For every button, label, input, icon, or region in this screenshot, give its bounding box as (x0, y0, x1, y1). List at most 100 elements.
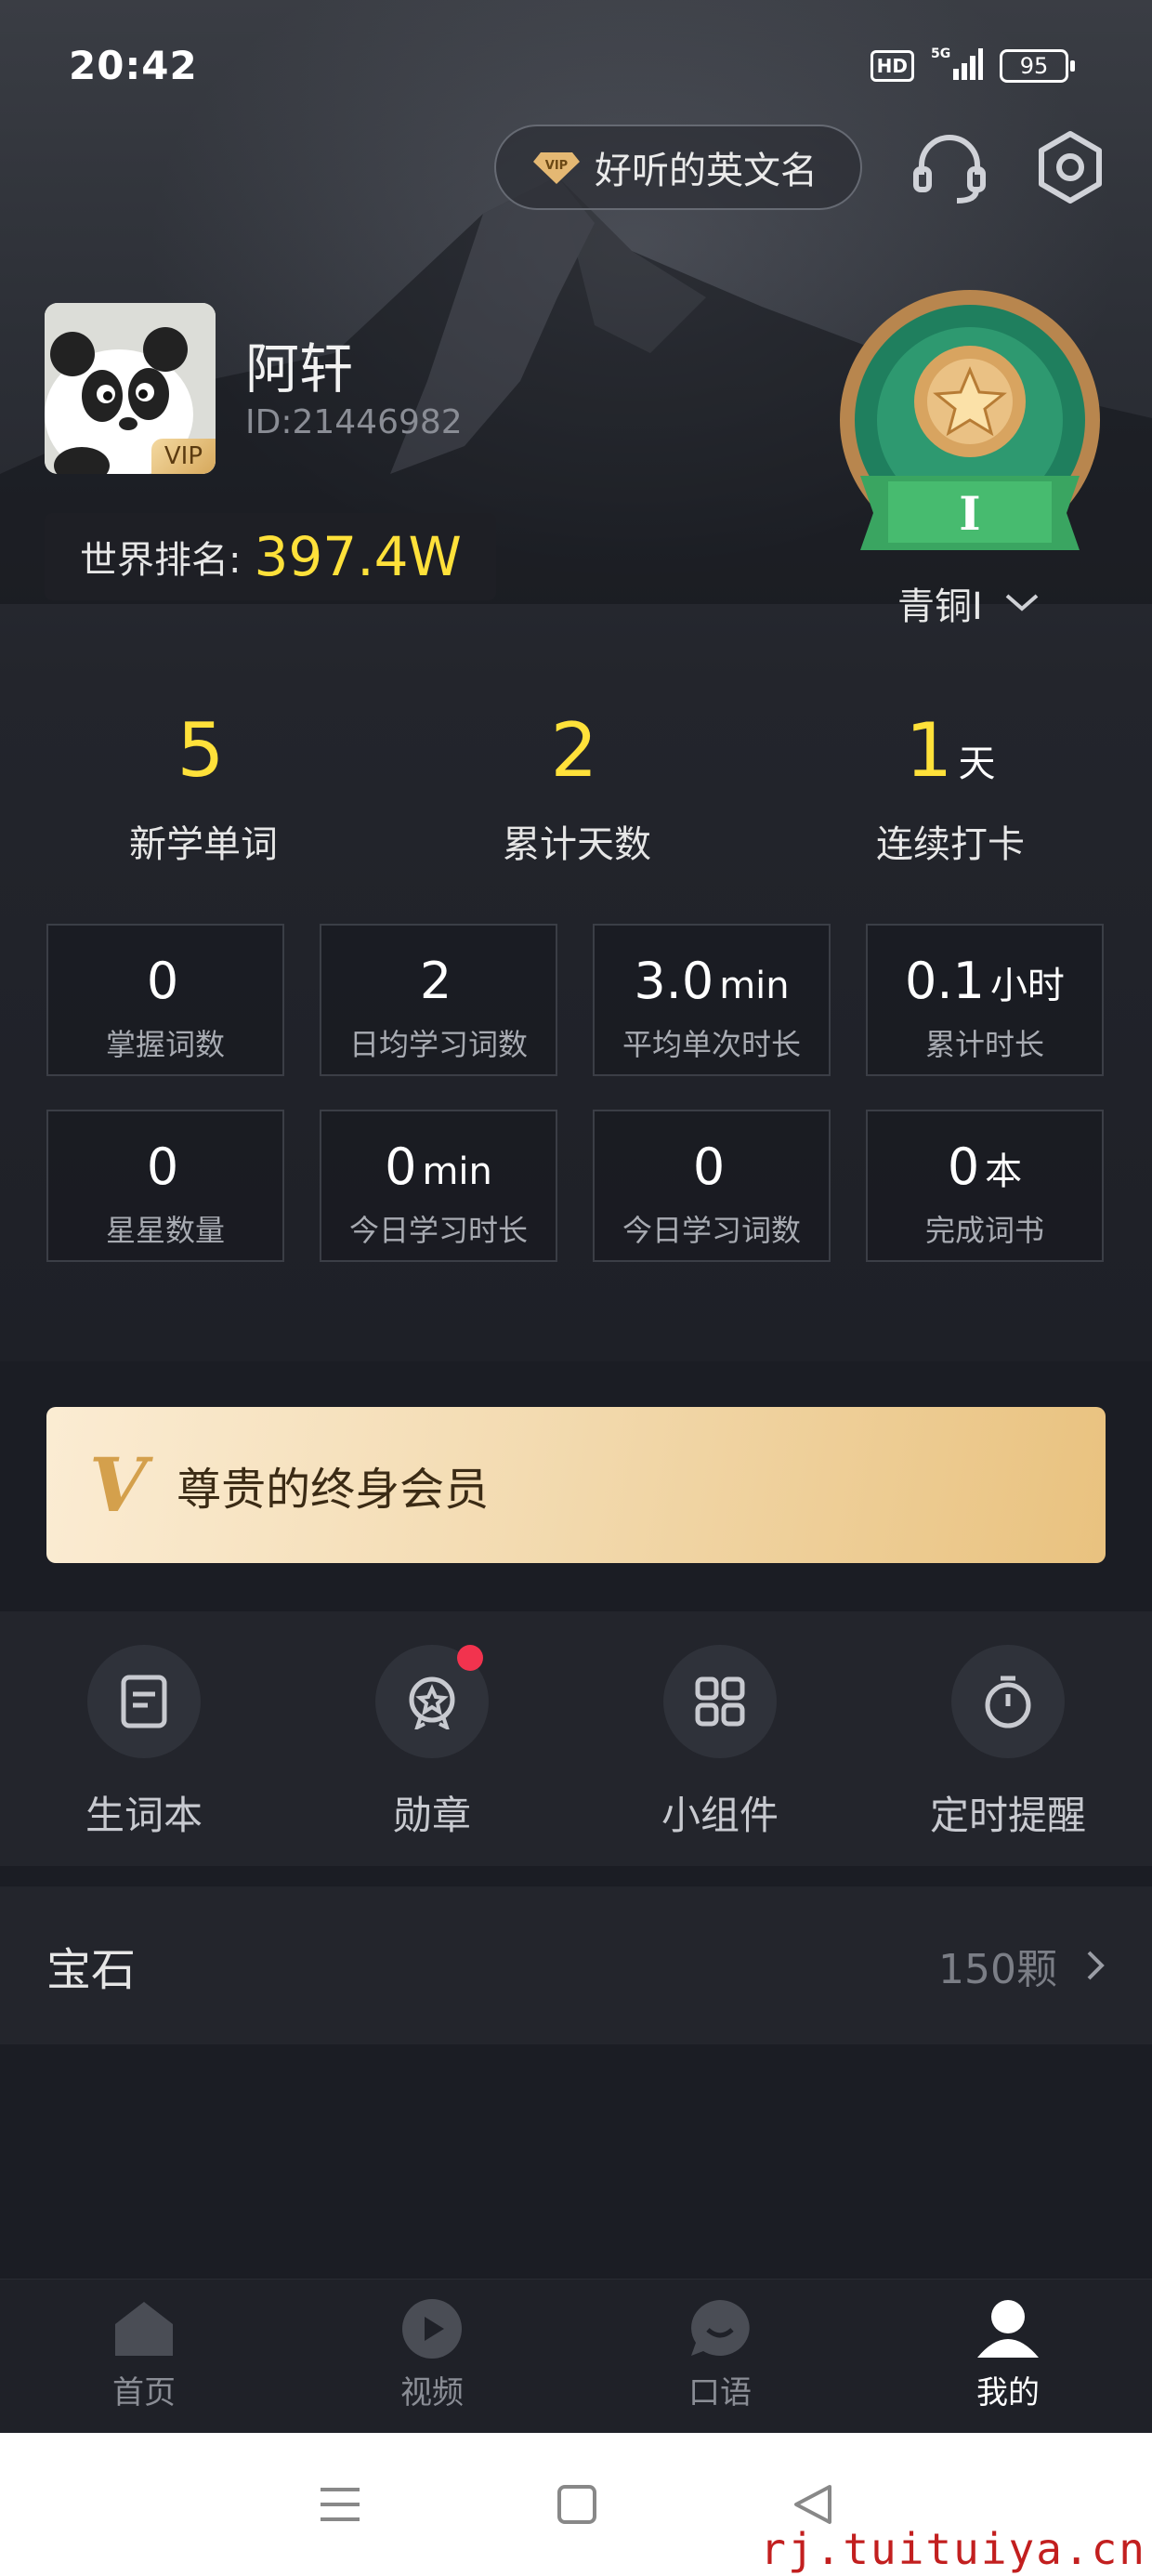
world-rank: 世界排名: 397.4W (45, 513, 496, 600)
streak-value: 1 (905, 707, 953, 794)
chevron-down-icon (1005, 594, 1039, 611)
watermark: rj.tuituiya.cn (760, 2524, 1146, 2574)
stat-label: 今日学习词数 (622, 1213, 801, 1248)
home-square-icon[interactable] (556, 2484, 597, 2525)
stat-value: 2 (419, 952, 452, 1010)
streak-unit: 天 (958, 743, 996, 785)
avatar-vip-badge: VIP (151, 439, 216, 474)
stat-cell: 0 今日学习词数 (593, 1110, 831, 1262)
stat-unit: min (719, 965, 790, 1007)
gems-label: 宝石 (46, 1944, 137, 1996)
stat-unit: 小时 (989, 965, 1065, 1007)
nav-label: 视频 (400, 2374, 464, 2412)
tool-label: 定时提醒 (929, 1793, 1086, 1838)
avatar[interactable]: VIP (45, 303, 216, 474)
stat-value: 0.1 (905, 952, 985, 1010)
vip-english-name-button[interactable]: VIP 好听的英文名 (494, 125, 862, 210)
streak-label: 连续打卡 (876, 823, 1025, 866)
summary-stats: 5 新学单词 2 累计天数 1天 连续打卡 (0, 706, 1152, 868)
vocab-book-button[interactable]: 生词本 (0, 1611, 288, 1866)
clock: 20:42 (69, 43, 198, 88)
stat-unit: 本 (985, 1150, 1023, 1193)
gems-count: 150颗 (938, 1946, 1057, 1993)
tool-label: 小组件 (661, 1793, 779, 1838)
home-icon (115, 2302, 173, 2356)
back-icon[interactable] (792, 2483, 833, 2526)
menu-icon[interactable] (319, 2486, 361, 2523)
medal-icon (409, 1676, 455, 1729)
stat-label: 日均学习词数 (348, 1027, 528, 1062)
chevron-right-icon (1087, 1951, 1105, 1980)
customer-service-button[interactable] (903, 121, 996, 214)
hd-icon: HD (870, 50, 914, 82)
notification-dot (457, 1645, 483, 1671)
nav-speaking[interactable]: 口语 (576, 2280, 864, 2433)
total-days-value: 2 (550, 707, 598, 794)
stat-label: 完成词书 (924, 1213, 1044, 1248)
member-label: 尊贵的终身会员 (177, 1464, 490, 1516)
stat-cell: 0 min 今日学习时长 (320, 1110, 557, 1262)
tool-label: 生词本 (85, 1793, 203, 1838)
stat-label: 平均单次时长 (622, 1027, 801, 1062)
level-selector[interactable]: 青铜I (897, 576, 1041, 630)
timer-icon (985, 1676, 1031, 1728)
new-words-label: 新学单词 (129, 823, 278, 866)
medals-button[interactable]: 勋章 (288, 1611, 576, 1866)
stat-cell: 0 本完成词书 (866, 1110, 1104, 1262)
total-days-label: 累计天数 (503, 823, 651, 866)
stat-value: 0 (385, 1137, 417, 1196)
stat-cell: 0 掌握词数 (46, 924, 284, 1076)
bottom-nav: 首页 视频 口语 我的 (0, 2279, 1152, 2433)
total-days-stat: 2 累计天数 (390, 706, 764, 868)
stat-label: 星星数量 (105, 1213, 225, 1248)
tools-row: 生词本 勋章 小组件 定时提醒 (0, 1611, 1152, 1866)
svg-text:I: I (959, 486, 980, 541)
stat-value: 0 (692, 1137, 726, 1196)
stat-value: 0 (947, 1137, 980, 1196)
stat-cell: 0 星星数量 (46, 1110, 284, 1262)
widgets-button[interactable]: 小组件 (576, 1611, 864, 1866)
stat-value: 0 (146, 1137, 179, 1196)
play-icon (402, 2299, 462, 2359)
stat-unit: min (422, 1150, 492, 1193)
battery-icon: 95 (1000, 49, 1075, 83)
streak-stat: 1天 连续打卡 (764, 706, 1137, 868)
world-rank-value: 397.4W (254, 525, 462, 588)
profile-page: 20:42 HD 5G 95 VIP 好听的英文名 VIP 阿轩 ID:2144… (0, 0, 1152, 2576)
world-rank-label: 世界排名: (80, 539, 242, 582)
headset-icon (913, 135, 986, 204)
stat-cell: 2 日均学习词数 (320, 924, 557, 1076)
nav-label: 口语 (688, 2374, 752, 2412)
level-label: 青铜I (897, 585, 983, 628)
nav-label: 我的 (976, 2374, 1040, 2412)
stat-value: 3.0 (634, 952, 714, 1010)
svg-text:VIP: VIP (545, 159, 568, 173)
widgets-icon (695, 1676, 745, 1727)
stat-cell: 3.0 min 平均单次时长 (593, 924, 831, 1076)
lifetime-member-banner[interactable]: V 尊贵的终身会员 (46, 1407, 1106, 1563)
nav-label: 首页 (112, 2374, 176, 2412)
new-words-value: 5 (177, 707, 225, 794)
stat-label: 今日学习时长 (348, 1213, 528, 1248)
new-words-stat: 5 新学单词 (17, 706, 390, 868)
chat-icon (691, 2300, 750, 2356)
timer-reminder-button[interactable]: 定时提醒 (864, 1611, 1152, 1866)
gems-row[interactable]: 宝石 150颗 (0, 1886, 1152, 2044)
nav-video[interactable]: 视频 (288, 2280, 576, 2433)
settings-button[interactable] (1024, 121, 1117, 214)
vip-diamond-icon: VIP (533, 152, 580, 184)
nav-mine[interactable]: 我的 (864, 2280, 1152, 2433)
stat-label: 累计时长 (924, 1027, 1044, 1062)
stat-value: 0 (146, 952, 179, 1010)
signal-icon: 5G (931, 45, 983, 87)
person-icon (977, 2300, 1039, 2358)
status-bar: 20:42 HD 5G 95 (0, 0, 1152, 139)
user-id: ID:21446982 (245, 403, 463, 441)
vip-pill-label: 好听的英文名 (595, 150, 818, 192)
vip-v-logo-icon: V (89, 1441, 148, 1529)
network-label: 5G (931, 46, 950, 61)
bronze-level-badge-icon[interactable]: I (832, 290, 1107, 569)
stats-grid: 0 掌握词数 2 日均学习词数 3.0 min 平均单次时长 0.1 小时 累计时长 0 星星… (46, 924, 1106, 1262)
nav-home[interactable]: 首页 (0, 2280, 288, 2433)
tool-label: 勋章 (392, 1793, 471, 1838)
